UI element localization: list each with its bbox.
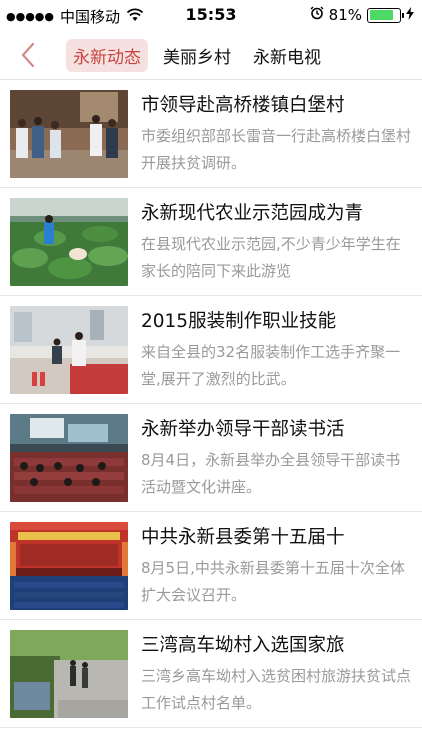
news-item[interactable]: 2015服装制作职业技能 来自全县的32名服装制作工选手齐聚一堂,展开了激烈的比… bbox=[0, 296, 422, 404]
category-tabs: 永新动态 美丽乡村 永新电视 bbox=[66, 39, 328, 72]
news-item[interactable]: 市领导赴高桥楼镇白堡村 市委组织部部长雷音一行赴高桥楼白堡村开展扶贫调研。 bbox=[0, 80, 422, 188]
news-title: 2015服装制作职业技能 bbox=[141, 311, 337, 332]
battery-percent: 81% bbox=[328, 6, 362, 24]
news-thumbnail bbox=[10, 306, 128, 394]
status-bar: ●●●●● 中国移动 15:53 81% bbox=[0, 0, 422, 30]
news-summary: 8月5日,中共永新县委第十五届十次全体扩大会议召开。 bbox=[141, 559, 405, 604]
battery-icon bbox=[367, 7, 404, 23]
news-title: 市领导赴高桥楼镇白堡村 bbox=[141, 95, 345, 116]
news-summary: 市委组织部部长雷音一行赴高桥楼白堡村开展扶贫调研。 bbox=[141, 127, 411, 172]
news-title: 中共永新县委第十五届十 bbox=[141, 527, 345, 548]
news-list: 市领导赴高桥楼镇白堡村 市委组织部部长雷音一行赴高桥楼白堡村开展扶贫调研。 永新… bbox=[0, 80, 422, 728]
news-item[interactable]: 永新现代农业示范园成为青 在县现代农业示范园,不少青少年学生在家长的陪同下来此游… bbox=[0, 188, 422, 296]
status-right: 81% bbox=[310, 6, 414, 24]
news-summary: 在县现代农业示范园,不少青少年学生在家长的陪同下来此游览 bbox=[141, 235, 401, 280]
news-thumbnail bbox=[10, 630, 128, 718]
news-thumbnail bbox=[10, 198, 128, 286]
news-summary: 8月4日，永新县举办全县领导干部读书活动暨文化讲座。 bbox=[141, 451, 401, 496]
charging-icon bbox=[406, 6, 414, 24]
news-item[interactable]: 永新举办领导干部读书活 8月4日，永新县举办全县领导干部读书活动暨文化讲座。 bbox=[0, 404, 422, 512]
news-thumbnail bbox=[10, 414, 128, 502]
tab-beautiful-village[interactable]: 美丽乡村 bbox=[156, 39, 238, 72]
news-title: 永新举办领导干部读书活 bbox=[141, 419, 345, 440]
tab-yongxin-news[interactable]: 永新动态 bbox=[66, 39, 148, 72]
news-thumbnail bbox=[10, 522, 128, 610]
nav-bar: 永新动态 美丽乡村 永新电视 bbox=[0, 30, 422, 80]
news-item[interactable]: 中共永新县委第十五届十 8月5日,中共永新县委第十五届十次全体扩大会议召开。 bbox=[0, 512, 422, 620]
news-item[interactable]: 三湾高车坳村入选国家旅 三湾乡高车坳村入选贫困村旅游扶贫试点工作试点村名单。 bbox=[0, 620, 422, 728]
news-thumbnail bbox=[10, 90, 128, 178]
back-button[interactable] bbox=[12, 38, 44, 72]
news-title: 三湾高车坳村入选国家旅 bbox=[141, 635, 345, 656]
chevron-left-icon bbox=[21, 42, 35, 68]
alarm-icon bbox=[310, 6, 324, 24]
news-summary: 三湾乡高车坳村入选贫困村旅游扶贫试点工作试点村名单。 bbox=[141, 667, 411, 712]
news-title: 永新现代农业示范园成为青 bbox=[141, 203, 364, 224]
tab-yongxin-tv[interactable]: 永新电视 bbox=[246, 39, 328, 72]
news-summary: 来自全县的32名服装制作工选手齐聚一堂,展开了激烈的比武。 bbox=[141, 343, 401, 388]
